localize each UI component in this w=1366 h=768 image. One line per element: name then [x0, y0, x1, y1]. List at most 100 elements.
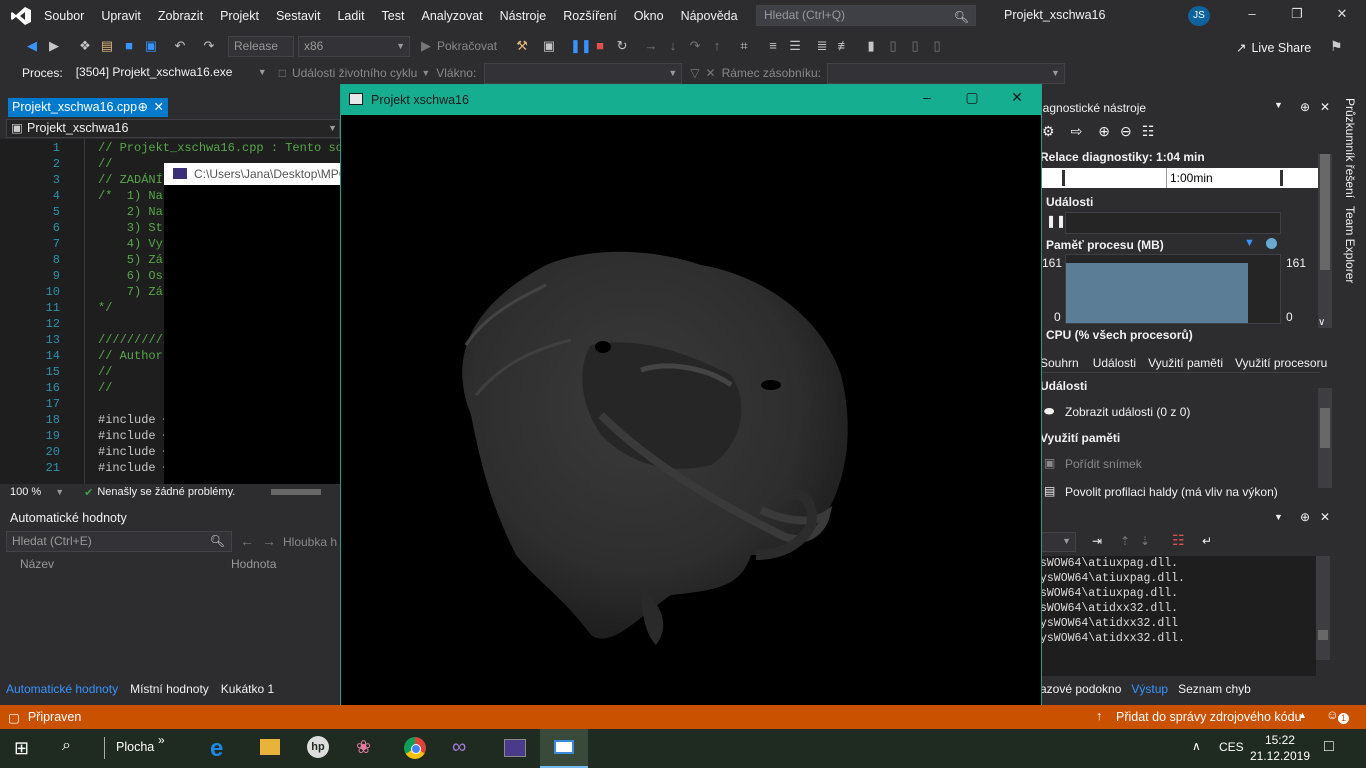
tab-error-list[interactable]: Seznam chyb: [1178, 682, 1251, 696]
menu-zobrazit[interactable]: Zobrazit: [158, 9, 203, 23]
hp-app[interactable]: hp: [294, 729, 342, 768]
minimize-icon[interactable]: –: [1242, 6, 1262, 21]
menu-soubor[interactable]: Soubor: [44, 9, 84, 23]
forward-icon[interactable]: →: [262, 533, 276, 549]
restore-icon[interactable]: ❐: [1287, 6, 1307, 22]
menu-sestavit[interactable]: Sestavit: [276, 9, 320, 23]
editor-navigation-bar[interactable]: ▣ Projekt_xschwa16 ▼: [6, 119, 340, 138]
events-track[interactable]: [1065, 212, 1281, 234]
stackframe-select[interactable]: ▼: [826, 62, 1065, 84]
solution-explorer-tab[interactable]: Průzkumník řešení: [1343, 98, 1357, 198]
pause-icon[interactable]: ❚❚: [1046, 214, 1066, 228]
tab-memory-usage[interactable]: Využití paměti: [1148, 356, 1223, 370]
source-control-button[interactable]: Přidat do správy zdrojového kódu: [1116, 710, 1302, 724]
chevron-down-icon[interactable]: ▼: [1274, 100, 1283, 110]
tab-events[interactable]: Události: [1093, 356, 1136, 370]
console-window[interactable]: [164, 163, 340, 485]
horizontal-scrollbar[interactable]: [271, 489, 322, 495]
layout-icon[interactable]: ☰: [787, 38, 803, 54]
panel-close-icon[interactable]: ✕: [1320, 510, 1330, 524]
chevron-down-icon[interactable]: ∨: [1318, 317, 1325, 328]
close-icon[interactable]: ✕: [1332, 6, 1352, 22]
editor-tab[interactable]: Projekt_xschwa16.cpp ⊕ ✕: [8, 98, 168, 117]
tab-watch1[interactable]: Kukátko 1: [221, 682, 274, 696]
threads-icon[interactable]: ≡: [765, 38, 781, 54]
render-window[interactable]: Projekt xschwa16 – ▢ ✕: [340, 84, 1042, 716]
timeline-ruler[interactable]: 1:00min: [1040, 168, 1320, 188]
tab-locals[interactable]: Místní hodnoty: [130, 682, 209, 696]
step-out-icon[interactable]: ↑: [709, 38, 725, 54]
tab-autos[interactable]: Automatické hodnoty: [6, 682, 118, 696]
paint-app[interactable]: ❀: [342, 729, 390, 768]
scrollbar-thumb[interactable]: [1318, 630, 1328, 640]
quick-launch-search-input[interactable]: Hledat (Ctrl+Q) 🔍︎: [756, 5, 976, 26]
hex-icon[interactable]: ⌗: [736, 38, 752, 54]
search-depth-label[interactable]: Hloubka h: [283, 535, 337, 549]
reset-zoom-icon[interactable]: ☷: [1142, 123, 1155, 140]
tab-close-icon[interactable]: ✕: [154, 98, 164, 117]
output-text[interactable]: sWOW64\atiuxpag.dll. ysWOW64\atiuxpag.dll…: [1040, 556, 1316, 676]
take-snapshot-button[interactable]: Pořídit snímek: [1065, 457, 1142, 471]
new-project-icon[interactable]: ❖: [77, 38, 93, 54]
summary-scrollbar[interactable]: [1318, 388, 1332, 488]
team-explorer-tab[interactable]: Team Explorer: [1343, 206, 1357, 283]
column-name[interactable]: Název: [20, 557, 54, 571]
redo-icon[interactable]: ↷: [201, 38, 217, 54]
memory-chart[interactable]: [1065, 254, 1281, 324]
back-icon[interactable]: ◀: [24, 38, 40, 54]
edge-app[interactable]: e: [198, 729, 246, 768]
panel-close-icon[interactable]: ✕: [1320, 100, 1330, 114]
clear-all-icon[interactable]: ☷: [1172, 532, 1185, 549]
chevron-up-icon[interactable]: ∧: [1192, 739, 1201, 753]
feedback-icon[interactable]: ⚑: [1330, 38, 1343, 55]
show-events-link[interactable]: Zobrazit události (0 z 0): [1065, 405, 1190, 419]
menu-okno[interactable]: Okno: [634, 9, 664, 23]
forward-icon[interactable]: ▶: [46, 38, 62, 54]
autos-search-input[interactable]: Hledat (Ctrl+E) 🔍︎: [6, 531, 232, 552]
prev-bookmark-icon[interactable]: ▯: [885, 38, 901, 54]
process-select[interactable]: [3504] Projekt_xschwa16.exe ▼: [70, 62, 271, 84]
lifecycle-events-button[interactable]: Události životního cyklu: [292, 66, 417, 80]
user-avatar[interactable]: JS: [1188, 6, 1210, 26]
explorer-app[interactable]: [246, 729, 294, 768]
zoom-out-icon[interactable]: ⊖: [1120, 123, 1132, 140]
tab-summary[interactable]: Souhrn: [1040, 356, 1079, 370]
menu-ladit[interactable]: Ladit: [337, 9, 364, 23]
step-over-icon[interactable]: ↷: [687, 38, 703, 54]
output-scrollbar[interactable]: [1316, 556, 1330, 660]
bookmark-icon[interactable]: ▮: [863, 38, 879, 54]
tab-cpu-usage[interactable]: Využití procesoru: [1235, 356, 1327, 370]
clear-bookmarks-icon[interactable]: ▯: [929, 38, 945, 54]
column-value[interactable]: Hodnota: [231, 557, 276, 571]
uncomment-icon[interactable]: ≢: [836, 38, 852, 54]
next-bookmark-icon[interactable]: ▯: [907, 38, 923, 54]
save-all-icon[interactable]: ▣: [143, 38, 159, 54]
thread-select[interactable]: ▼: [484, 62, 683, 84]
render-app[interactable]: [540, 729, 588, 768]
close-icon[interactable]: ✕: [1005, 89, 1029, 106]
export-icon[interactable]: ⇨: [1071, 123, 1083, 140]
notifications-icon[interactable]: ☺: [1326, 708, 1339, 722]
windows-start-icon[interactable]: ⊞: [14, 738, 29, 759]
menu-test[interactable]: Test: [382, 9, 405, 23]
minimize-icon[interactable]: –: [915, 89, 939, 105]
pin-icon[interactable]: ⊕: [1300, 100, 1310, 114]
chevron-down-icon[interactable]: ▼: [1274, 512, 1283, 522]
menu-analyzovat[interactable]: Analyzovat: [421, 9, 482, 23]
timeline-start-handle[interactable]: [1062, 170, 1065, 186]
render-window-title-bar[interactable]: Projekt xschwa16 – ▢ ✕: [341, 85, 1041, 115]
filter-icon[interactable]: ▽: [690, 66, 699, 80]
word-wrap-icon[interactable]: ↵: [1202, 534, 1212, 548]
prev-message-icon[interactable]: ⇡: [1120, 534, 1130, 548]
output-source-select[interactable]: ▼: [1040, 532, 1076, 552]
action-center-icon[interactable]: □: [1324, 738, 1334, 756]
tab-command-window[interactable]: azové podokno: [1040, 682, 1121, 696]
scrollbar-thumb[interactable]: [1320, 154, 1330, 270]
pin-icon[interactable]: ⊕: [1300, 510, 1310, 524]
menu-projekt[interactable]: Projekt: [220, 9, 259, 23]
desktop-toolbar[interactable]: Plocha: [116, 740, 154, 754]
clear-filter-icon[interactable]: ✕: [706, 66, 716, 80]
heap-profiling-checkbox[interactable]: Povolit profilaci haldy (má vliv na výko…: [1065, 485, 1278, 499]
zoom-in-icon[interactable]: ⊕: [1098, 123, 1110, 140]
attach-icon[interactable]: ⚒: [514, 38, 530, 54]
